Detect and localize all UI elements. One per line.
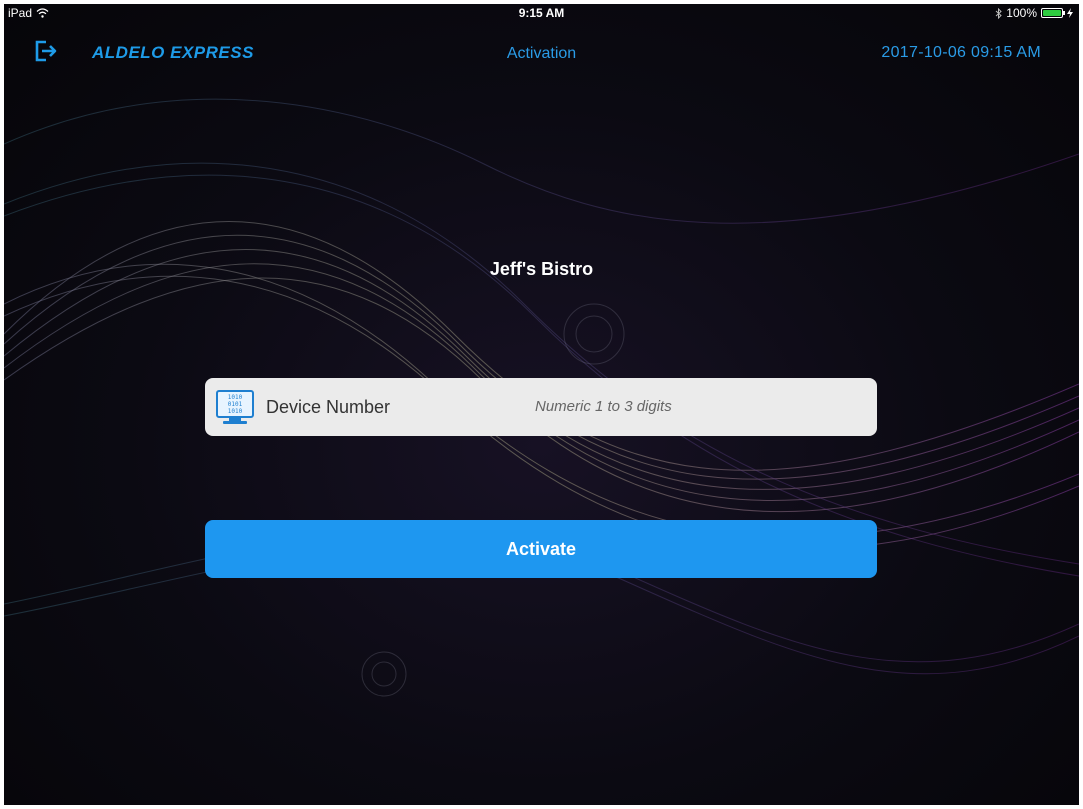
svg-text:0101: 0101: [228, 401, 243, 408]
status-time: 9:15 AM: [518, 6, 565, 20]
restaurant-name: Jeff's Bistro: [489, 259, 594, 279]
svg-text:1010: 1010: [228, 408, 243, 415]
battery-fill: [1043, 10, 1061, 16]
device-number-input[interactable]: [535, 388, 865, 424]
app-screen: iPad 9:15 AM 100% ALDELO EXPRESS Activat…: [0, 0, 1083, 809]
navigation-bar: ALDELO EXPRESS Activation 2017-10-06 09:…: [4, 30, 1079, 70]
status-bar: iPad 9:15 AM 100%: [4, 4, 1079, 22]
binary-monitor-icon: 1010 0101 1010: [216, 390, 254, 424]
activate-button[interactable]: Activate: [205, 520, 877, 578]
charging-icon: [1067, 8, 1073, 18]
svg-text:1010: 1010: [228, 394, 243, 401]
battery-percent: 100%: [1006, 6, 1037, 20]
battery-icon: [1041, 8, 1065, 18]
device-number-label: Device Number: [266, 397, 391, 417]
device-number-field[interactable]: 1010 0101 1010 Device Number: [205, 378, 877, 436]
datetime-label: 2017-10-06 09:15 AM: [881, 44, 1041, 61]
status-right: 100%: [995, 6, 1073, 20]
bluetooth-icon: [995, 7, 1003, 19]
